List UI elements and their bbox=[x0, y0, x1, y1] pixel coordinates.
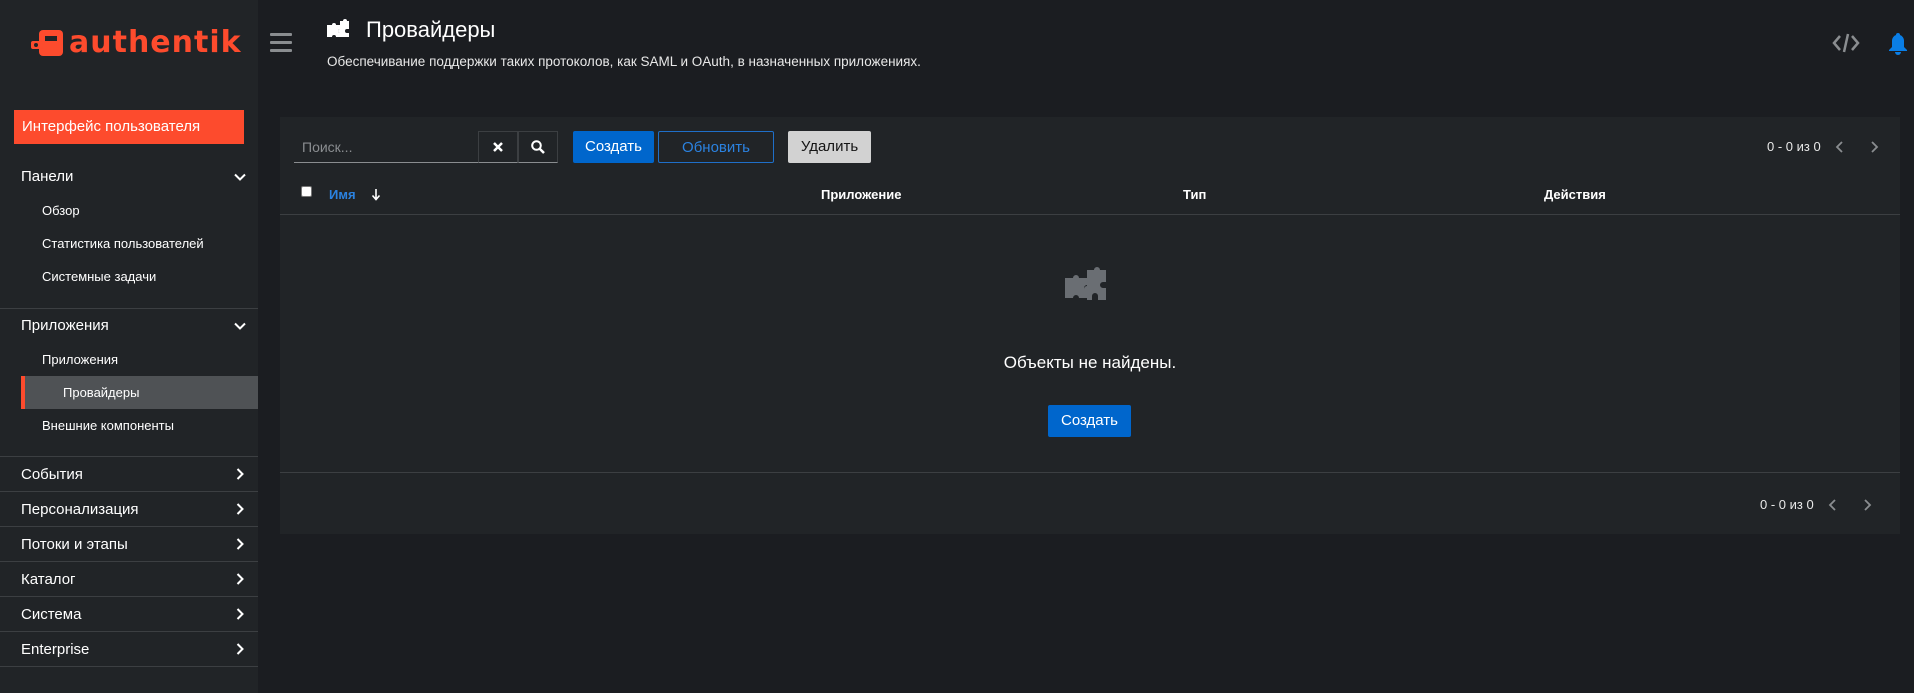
chevron-right-icon bbox=[236, 643, 244, 655]
logo-text: authentik bbox=[69, 25, 242, 60]
chevron-right-icon bbox=[236, 503, 244, 515]
sidebar-item-outposts[interactable]: Внешние компоненты bbox=[0, 409, 258, 442]
column-type-header: Тип bbox=[1183, 187, 1207, 202]
sidebar-item-label: Система bbox=[21, 605, 82, 623]
authentik-logo-icon bbox=[31, 30, 63, 56]
sidebar: authentik Интерфейс пользователя Панели … bbox=[0, 0, 258, 693]
clear-search-button[interactable] bbox=[478, 131, 518, 163]
chevron-right-icon bbox=[236, 608, 244, 620]
chevron-right-icon bbox=[236, 573, 244, 585]
chevron-right-icon[interactable] bbox=[1869, 140, 1879, 153]
sidebar-item-system-tasks[interactable]: Системные задачи bbox=[0, 260, 258, 293]
close-icon bbox=[493, 142, 503, 152]
authentik-logo[interactable]: authentik bbox=[29, 26, 242, 60]
column-actions-header: Действия bbox=[1544, 187, 1606, 202]
sort-down-icon bbox=[372, 189, 381, 201]
pagination-range: 0 - 0 из 0 bbox=[1760, 497, 1814, 512]
chevron-down-icon bbox=[234, 173, 246, 181]
sidebar-section-applications: Приложения Приложения Провайдеры Внешние… bbox=[0, 309, 258, 442]
sidebar-section-panels-toggle[interactable]: Панели bbox=[0, 160, 258, 194]
search-button[interactable] bbox=[518, 131, 558, 163]
chevron-right-icon[interactable] bbox=[1862, 498, 1872, 511]
sidebar-item-overview[interactable]: Обзор bbox=[0, 194, 258, 227]
chevron-down-icon bbox=[234, 322, 246, 330]
search-icon bbox=[531, 140, 545, 154]
pagination-top: 0 - 0 из 0 bbox=[1767, 139, 1879, 154]
user-interface-button[interactable]: Интерфейс пользователя bbox=[14, 110, 244, 144]
sidebar-item-flows-stages[interactable]: Потоки и этапы bbox=[0, 527, 258, 562]
chevron-right-icon bbox=[236, 538, 244, 550]
toolbar: Поиск... Создать Обновить Удалить bbox=[294, 131, 871, 163]
menu-icon[interactable] bbox=[270, 33, 292, 53]
column-name-header[interactable]: Имя bbox=[329, 187, 381, 202]
chevron-left-icon[interactable] bbox=[1828, 498, 1838, 511]
sidebar-item-providers[interactable]: Провайдеры bbox=[21, 376, 258, 409]
pagination-bottom: 0 - 0 из 0 bbox=[1760, 497, 1872, 512]
code-icon[interactable] bbox=[1832, 32, 1860, 54]
sidebar-item-label: События bbox=[21, 465, 83, 483]
sidebar-collapsed-sections: События Персонализация Потоки и этапы Ка… bbox=[0, 457, 258, 667]
bell-icon[interactable] bbox=[1888, 32, 1908, 55]
sidebar-section-label: Панели bbox=[21, 168, 74, 185]
sidebar-item-label: Каталог bbox=[21, 570, 76, 588]
create-button[interactable]: Создать bbox=[573, 131, 654, 163]
sidebar-item-directory[interactable]: Каталог bbox=[0, 562, 258, 597]
pagination-range: 0 - 0 из 0 bbox=[1767, 139, 1821, 154]
empty-state-text: Объекты не найдены. bbox=[1003, 353, 1177, 372]
chevron-left-icon[interactable] bbox=[1835, 140, 1845, 153]
page-title: Провайдеры bbox=[366, 17, 496, 42]
delete-button[interactable]: Удалить bbox=[788, 131, 871, 163]
table-header: Имя Приложение Тип Действия bbox=[280, 175, 1900, 215]
column-label: Имя bbox=[329, 187, 356, 202]
column-application-header: Приложение bbox=[821, 187, 902, 202]
select-all-checkbox[interactable] bbox=[301, 186, 312, 197]
refresh-button[interactable]: Обновить bbox=[658, 131, 774, 163]
sidebar-item-label: Потоки и этапы bbox=[21, 535, 128, 553]
sidebar-section-applications-toggle[interactable]: Приложения bbox=[0, 309, 258, 343]
sidebar-item-events[interactable]: События bbox=[0, 457, 258, 492]
divider bbox=[280, 472, 1900, 473]
puzzle-icon bbox=[327, 19, 349, 37]
sidebar-section-panels: Панели Обзор Статистика пользователей Си… bbox=[0, 160, 258, 293]
sidebar-item-enterprise[interactable]: Enterprise bbox=[0, 632, 258, 667]
chevron-right-icon bbox=[236, 468, 244, 480]
sidebar-item-system[interactable]: Система bbox=[0, 597, 258, 632]
empty-create-button[interactable]: Создать bbox=[1048, 405, 1131, 437]
page-description: Обеспечивание поддержки таких протоколов… bbox=[327, 54, 921, 69]
sidebar-item-label: Enterprise bbox=[21, 640, 90, 658]
sidebar-item-user-statistics[interactable]: Статистика пользователей bbox=[0, 227, 258, 260]
puzzle-icon bbox=[1065, 267, 1106, 300]
providers-table-card: Поиск... Создать Обновить Удалить 0 - 0 … bbox=[280, 117, 1900, 534]
sidebar-item-customization[interactable]: Персонализация bbox=[0, 492, 258, 527]
sidebar-item-applications[interactable]: Приложения bbox=[0, 343, 258, 376]
sidebar-section-label: Приложения bbox=[21, 317, 109, 334]
search-input[interactable]: Поиск... bbox=[294, 131, 478, 163]
sidebar-item-label: Персонализация bbox=[21, 500, 139, 518]
